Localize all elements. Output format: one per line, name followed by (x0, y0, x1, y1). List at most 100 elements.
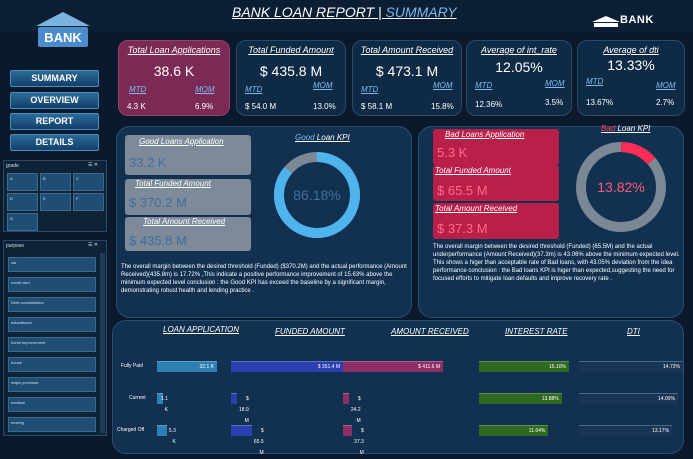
grade-item[interactable]: A (7, 173, 38, 191)
int-bar: 11.64% (479, 425, 549, 436)
mtd-label: MTD (586, 77, 604, 86)
kpi-value: 13.33% (607, 57, 655, 73)
good-kpi-title: Good Loan KPI (295, 133, 350, 142)
nav-summary[interactable]: SUMMARY (10, 70, 99, 87)
recv-bar-label: $ 37.3 M (354, 428, 364, 456)
purpose-item[interactable]: home improvement (8, 337, 96, 352)
int-bar-label: 11.64% (528, 428, 546, 434)
good-received-label: Total Amount Received (143, 217, 226, 226)
good-funded-card: Total Funded Amount $ 370.2 M (125, 179, 251, 215)
mtd-value: 12.36% (475, 100, 503, 109)
kpi-value: 12.05% (495, 59, 543, 75)
filter-clear-icon[interactable]: ☰ ✕ (88, 162, 98, 168)
purpose-slicer: purpose ☰ ✕ car credit card Debt consoli… (3, 240, 107, 436)
kpi-value: $ 473.1 M (375, 63, 439, 79)
good-apps-card: Good Loans Application 33.2 K (125, 135, 251, 175)
kpi-card-applications: Total Loan Applications 38.6 K MTD MOM 4… (118, 40, 230, 116)
mtd-value: $ 58.1 M (361, 102, 393, 111)
mtd-label: MTD (475, 81, 493, 90)
col-header: LOAN APPLICATION (163, 325, 240, 334)
kpi-card-int-rate: Average of int_rate 12.05% MTD MOM 12.36… (466, 40, 572, 116)
apps-bar-label: 5.3 K (168, 428, 176, 445)
grade-item[interactable]: G (7, 213, 38, 231)
dti-bar-label: 14.00% (657, 396, 675, 402)
good-kpi-title-a: Good (295, 133, 315, 142)
int-bar-label: 13.88% (541, 396, 559, 402)
nav-overview[interactable]: OVERVIEW (10, 92, 99, 109)
good-funded-label: Total Funded Amount (135, 179, 211, 188)
mtd-label: MTD (129, 85, 147, 94)
apps-bar: 1.1 K (157, 393, 168, 413)
recv-bar: $ 37.3 M (343, 425, 364, 456)
purpose-item[interactable]: moving (8, 417, 96, 432)
int-bar: 15.10% (479, 361, 569, 372)
col-header: INTEREST RATE (505, 327, 568, 336)
dti-bar-label: 13.17% (652, 428, 670, 434)
grade-item[interactable]: E (40, 193, 71, 211)
dti-bar: 14.72% (579, 361, 683, 372)
recv-bar: $ 411.6 M (343, 361, 443, 372)
apps-bar-label: 1.1 K (161, 396, 168, 413)
good-description: The overall margin between the desired t… (121, 264, 407, 294)
bad-kpi-title: Bad Loan KPI (601, 124, 650, 133)
status-table: LOAN APPLICATION FUNDED AMOUNT AMOUNT RE… (112, 320, 684, 456)
purpose-item[interactable]: educational (8, 317, 96, 332)
kpi-value: 38.6 K (153, 63, 195, 79)
bad-description: The overall margin between the desired t… (433, 244, 680, 282)
bad-apps-card: Bad Loans Application 5.3 K (433, 129, 559, 165)
kpi-value: $ 435.8 M (259, 63, 323, 79)
purpose-item[interactable]: Debt consolidation (8, 297, 96, 312)
nav-report[interactable]: REPORT (10, 113, 99, 130)
mtd-value: 13.67% (586, 98, 614, 107)
mom-label: MOM (433, 81, 453, 90)
mom-label: MOM (195, 85, 215, 94)
purpose-item[interactable]: credit card (8, 277, 96, 292)
title-sub: SUMMARY (385, 4, 457, 20)
kpi-card-dti: Average of dti 13.33% MTD MOM 13.67% 2.7… (577, 40, 685, 116)
bad-kpi-title-a: Bad (601, 124, 616, 133)
apps-bar-label: 32.1 K (199, 364, 214, 370)
kpi-title: Average of int_rate (481, 45, 557, 55)
purpose-item[interactable]: medical (8, 397, 96, 412)
col-header: DTI (627, 327, 640, 336)
bad-apps-label: Bad Loans Application (445, 130, 525, 139)
grade-item[interactable]: C (73, 173, 104, 191)
bad-apps-value: 5.3 K (437, 145, 468, 160)
purpose-item[interactable]: house (8, 357, 96, 372)
logo-text: BANK (44, 30, 82, 45)
dti-bar: 14.00% (579, 393, 678, 404)
good-received-value: $ 435.8 M (129, 233, 187, 248)
funded-bar-label: $ 18.9 M (239, 396, 249, 424)
grade-item[interactable]: F (73, 193, 104, 211)
purpose-item[interactable]: car (8, 257, 96, 272)
grade-item[interactable]: B (40, 173, 71, 191)
funded-bar-label: $ 351.4 M (317, 364, 340, 370)
nav-details[interactable]: DETAILS (10, 134, 99, 151)
row-label: Current (129, 395, 146, 401)
bank-logo: BANK (28, 10, 98, 52)
kpi-card-funded: Total Funded Amount $ 435.8 M MTD MOM $ … (236, 40, 346, 116)
dti-bar-label: 14.72% (663, 364, 680, 370)
kpi-title: Average of dti (603, 45, 659, 55)
apps-bar: 32.1 K (157, 361, 217, 372)
grade-item[interactable]: D (7, 193, 38, 211)
bad-funded-value: $ 65.5 M (437, 183, 488, 198)
mtd-label: MTD (245, 85, 263, 94)
good-received-card: Total Amount Received $ 435.8 M (125, 217, 251, 251)
good-funded-value: $ 370.2 M (129, 195, 187, 210)
good-kpi-value: 86.18% (293, 187, 341, 203)
title-text: BANK LOAN REPORT | (232, 4, 386, 20)
int-bar: 13.88% (479, 393, 562, 404)
grade-slicer-title: grade (6, 163, 19, 169)
funded-bar: $ 18.9 M (231, 393, 249, 424)
mtd-value: $ 54.0 M (245, 102, 277, 111)
recv-bar-label: $ 411.6 M (418, 364, 440, 370)
purpose-item[interactable]: major purchase (8, 377, 96, 392)
page-title: BANK LOAN REPORT | SUMMARY (232, 4, 457, 20)
funded-bar: $ 65.5 M (231, 425, 264, 456)
mtd-label: MTD (361, 85, 379, 94)
purpose-scrollbar[interactable] (100, 253, 105, 433)
mom-label: MOM (545, 79, 565, 88)
filter-clear-icon[interactable]: ☰ ✕ (88, 242, 98, 248)
bad-funded-label: Total Funded Amount (435, 166, 511, 175)
